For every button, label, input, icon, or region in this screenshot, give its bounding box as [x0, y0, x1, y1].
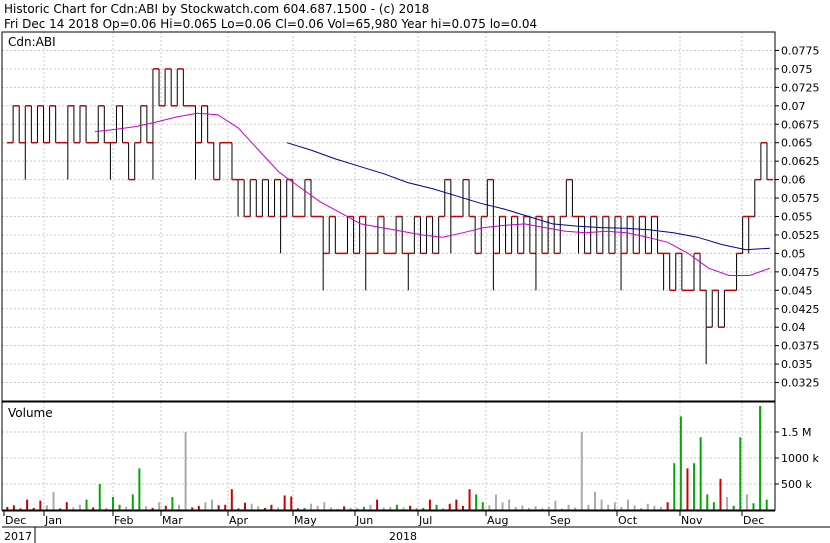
- stock-chart: Historic Chart for Cdn:ABI by Stockwatch…: [0, 0, 830, 543]
- month-tick-label: Jul: [418, 514, 432, 527]
- year-label: 2017: [4, 530, 32, 543]
- volume-tick-label: 1000 k: [781, 452, 819, 465]
- month-tick-label: Feb: [114, 514, 133, 527]
- month-tick-label: Sep: [550, 514, 571, 527]
- chart-quote-summary: Fri Dec 14 2018 Op=0.06 Hi=0.065 Lo=0.06…: [4, 17, 537, 31]
- price-tick-label: 0.0325: [781, 377, 820, 390]
- price-tick-label: 0.0575: [781, 192, 820, 205]
- month-tick-label: May: [294, 514, 317, 527]
- price-tick-label: 0.0675: [781, 118, 820, 131]
- year-label: 2018: [389, 530, 417, 543]
- price-tick-label: 0.0425: [781, 303, 820, 316]
- month-tick-label: Jan: [44, 514, 62, 527]
- chart-title: Historic Chart for Cdn:ABI by Stockwatch…: [4, 2, 429, 16]
- price-tick-label: 0.04: [781, 321, 806, 334]
- month-tick-label: Apr: [229, 514, 249, 527]
- volume-tick-label: 500 k: [781, 478, 812, 491]
- price-tick-label: 0.06: [781, 174, 806, 187]
- price-tick-label: 0.045: [781, 284, 813, 297]
- price-tick-label: 0.0725: [781, 81, 820, 94]
- month-tick-label: Nov: [681, 514, 703, 527]
- price-tick-label: 0.0775: [781, 44, 820, 57]
- month-tick-label: Jun: [355, 514, 373, 527]
- price-tick-label: 0.075: [781, 63, 813, 76]
- price-tick-label: 0.035: [781, 358, 813, 371]
- month-tick-label: Aug: [487, 514, 508, 527]
- price-tick-label: 0.07: [781, 100, 806, 113]
- price-tick-label: 0.05: [781, 247, 806, 260]
- chart-canvas: Historic Chart for Cdn:ABI by Stockwatch…: [0, 0, 830, 543]
- symbol-label: Cdn:ABI: [8, 35, 56, 49]
- month-tick-label: Oct: [618, 514, 638, 527]
- price-tick-label: 0.0525: [781, 229, 820, 242]
- month-tick-label: Dec: [743, 514, 764, 527]
- price-tick-label: 0.0475: [781, 266, 820, 279]
- month-tick-label: Dec: [5, 514, 26, 527]
- volume-label: Volume: [8, 406, 53, 420]
- volume-tick-label: 1.5 M: [781, 426, 811, 439]
- price-tick-label: 0.0375: [781, 340, 820, 353]
- month-tick-label: Mar: [162, 514, 183, 527]
- price-tick-label: 0.055: [781, 211, 813, 224]
- price-tick-label: 0.065: [781, 137, 813, 150]
- price-tick-label: 0.0625: [781, 155, 820, 168]
